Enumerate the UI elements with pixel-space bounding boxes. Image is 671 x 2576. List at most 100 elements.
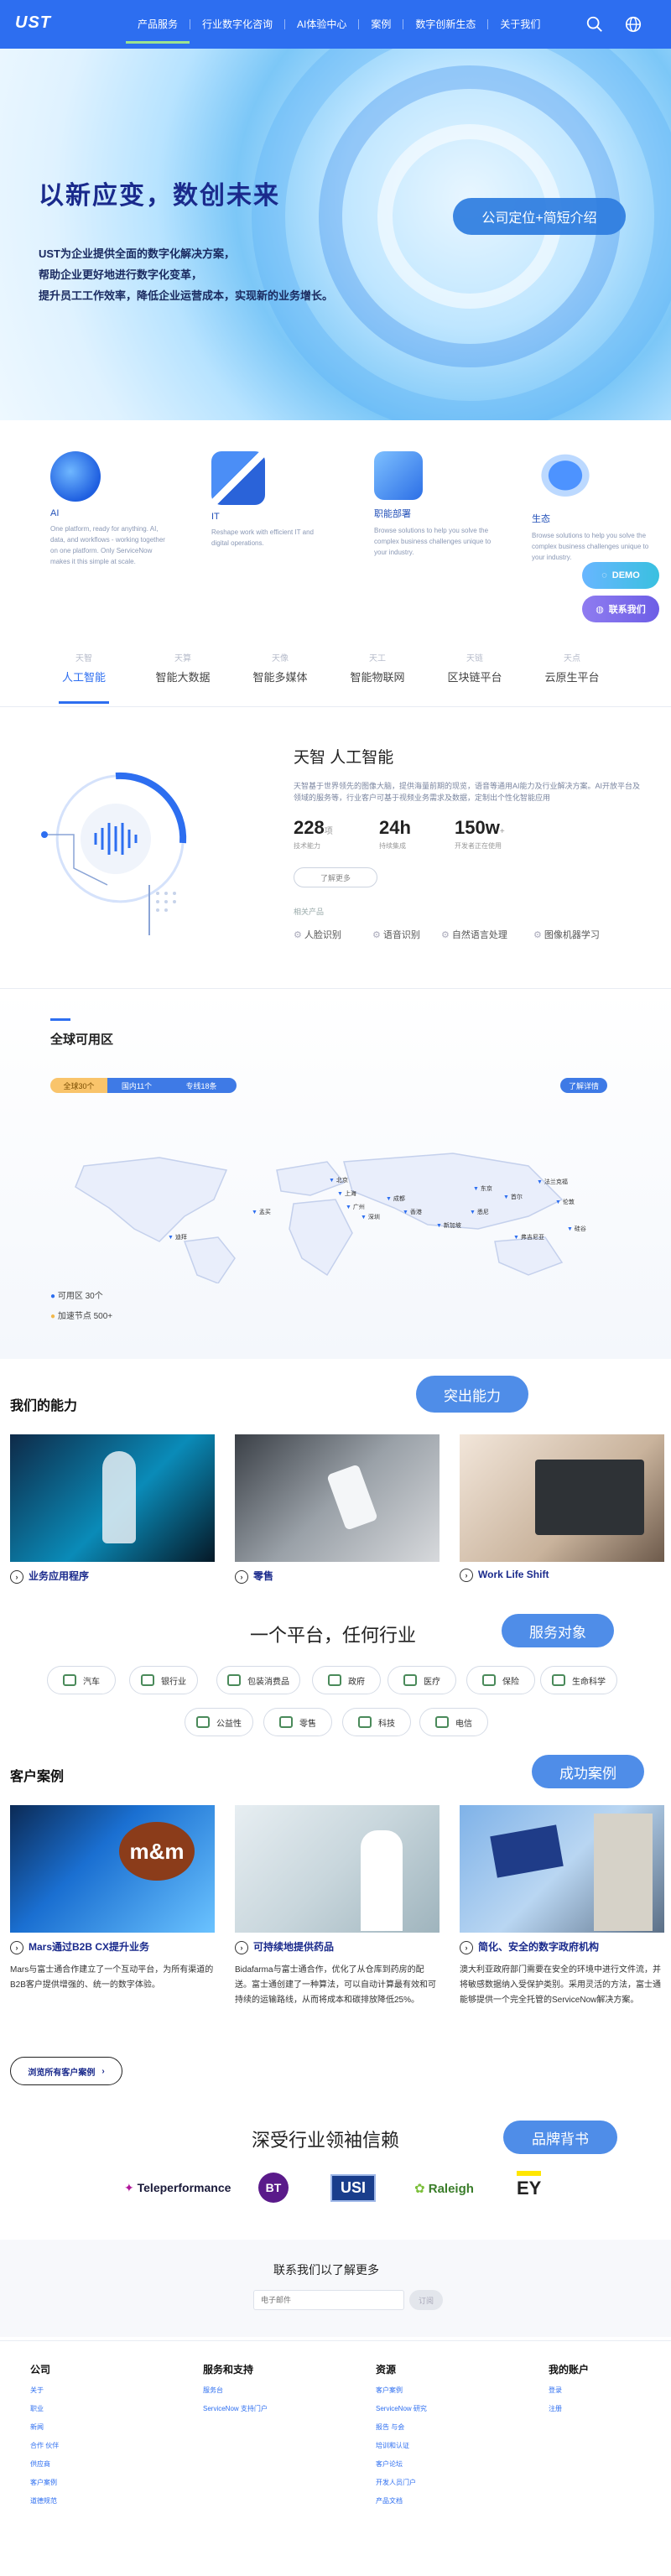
footer-link[interactable]: 道德规范 <box>30 2496 57 2506</box>
nav-about[interactable]: 关于我们 <box>487 19 552 29</box>
footer-link[interactable]: 关于 <box>30 2386 44 2395</box>
tab-blockchain[interactable]: 天链 区块链平台 <box>433 651 517 684</box>
ability-link[interactable]: › 业务应用程序 <box>10 1569 89 1584</box>
footer-link[interactable]: ServiceNow 研究 <box>376 2404 427 2413</box>
pill-domestic[interactable]: 国内11个 <box>107 1078 166 1093</box>
footer-link[interactable]: 注册 <box>549 2404 562 2413</box>
product-card-functions[interactable]: 职能部署 Browse solutions to help you solve … <box>374 451 517 558</box>
tab-iot[interactable]: 天工 智能物联网 <box>336 651 419 684</box>
legend-zones: ● 可用区 30个 <box>50 1288 103 1301</box>
footer-link[interactable]: 客户案例 <box>376 2386 403 2395</box>
ability-button[interactable]: 突出能力 <box>416 1376 528 1413</box>
product-card-ecosystem[interactable]: 生态 Browse solutions to help you solve th… <box>532 451 671 563</box>
industry-icon <box>552 1674 565 1686</box>
city-label: 广州 <box>352 1205 365 1210</box>
industry-chip[interactable]: 汽车 <box>47 1666 116 1694</box>
footer-link[interactable]: 服务台 <box>203 2386 223 2395</box>
pill-global[interactable]: 全球30个 <box>50 1078 107 1093</box>
footer-link[interactable]: 培训和认证 <box>376 2441 409 2450</box>
ability-link[interactable]: › Work Life Shift <box>460 1569 549 1582</box>
product-card-it[interactable]: IT Reshape work with efficient IT and di… <box>211 451 354 549</box>
case-link[interactable]: › 可持续地提供药品 <box>235 1939 334 1954</box>
trust-title: 深受行业领袖信赖 <box>252 2130 400 2151</box>
details-button[interactable]: 了解详情 <box>560 1078 607 1093</box>
industry-chip[interactable]: 包装消费品 <box>216 1666 300 1694</box>
globe-icon[interactable] <box>624 15 642 34</box>
industry-chip[interactable]: 保险 <box>466 1666 535 1694</box>
related-item-nlp[interactable]: ⚙ 自然语言处理 <box>441 928 507 941</box>
stat-number: 24h <box>379 817 411 838</box>
ability-card-image[interactable] <box>10 1434 215 1562</box>
industry-chip[interactable]: 电信 <box>419 1708 488 1736</box>
trust-button[interactable]: 品牌背书 <box>503 2121 617 2154</box>
product-desc: Browse solutions to help you solve the c… <box>532 532 649 561</box>
industry-icon <box>141 1674 154 1686</box>
industry-label: 生命科学 <box>572 1677 606 1687</box>
subscribe-button[interactable]: 订阅 <box>409 2290 443 2310</box>
related-item-ml[interactable]: ⚙ 图像机器学习 <box>533 928 600 941</box>
footer-link[interactable]: 新闻 <box>30 2422 44 2432</box>
footer-link[interactable]: 客户案例 <box>30 2478 57 2487</box>
nav-ecosystem[interactable]: 数字创新生态 <box>403 19 487 29</box>
nav-ai-center[interactable]: AI体验中心 <box>284 19 358 29</box>
case-image-pharma[interactable] <box>235 1805 440 1933</box>
browse-cases-button[interactable]: 浏览所有客户案例 › <box>10 2057 122 2085</box>
industry-chip[interactable]: 医疗 <box>388 1666 456 1694</box>
nav-consulting[interactable]: 行业数字化咨询 <box>190 19 284 29</box>
footer-link[interactable]: 职业 <box>30 2404 44 2413</box>
logo-bt: BT <box>258 2173 289 2203</box>
ai-section-title: 天智 人工智能 <box>294 749 394 767</box>
dot-icon: ● <box>50 1312 58 1321</box>
contact-us-button[interactable]: ◍ 联系我们 <box>582 596 659 622</box>
ability-link[interactable]: › 零售 <box>235 1569 273 1584</box>
industry-button[interactable]: 服务对象 <box>502 1614 614 1647</box>
industry-icon <box>279 1716 293 1728</box>
related-item-face[interactable]: ⚙ 人脸识别 <box>294 928 341 941</box>
industry-chip[interactable]: 政府 <box>312 1666 381 1694</box>
industry-chip[interactable]: 公益性 <box>185 1708 253 1736</box>
footer-link[interactable]: 登录 <box>549 2386 562 2395</box>
case-link[interactable]: › Mars通过B2B CX提升业务 <box>10 1939 149 1954</box>
case-image-government[interactable] <box>460 1805 664 1933</box>
email-input[interactable] <box>253 2290 404 2310</box>
learn-more-button[interactable]: 了解更多 <box>294 867 377 887</box>
footer-link[interactable]: ServiceNow 支持门户 <box>203 2404 268 2413</box>
footer-link[interactable]: 报告 与会 <box>376 2422 404 2432</box>
footer-link[interactable]: 产品文档 <box>376 2496 403 2506</box>
footer-link[interactable]: 客户论坛 <box>376 2459 403 2469</box>
product-card-ai[interactable]: AI One platform, ready for anything. AI,… <box>50 451 193 567</box>
top-navigation-bar: UST 产品服务 行业数字化咨询 AI体验中心 案例 数字创新生态 关于我们 <box>0 0 671 49</box>
pill-lines[interactable]: 专线18条 <box>166 1078 237 1093</box>
case-link[interactable]: › 简化、安全的数字政府机构 <box>460 1939 599 1954</box>
footer-link[interactable]: 供应商 <box>30 2459 50 2469</box>
ability-card-image[interactable] <box>460 1434 664 1562</box>
demo-button[interactable]: ◌ DEMO <box>582 562 659 589</box>
footer-heading: 我的账户 <box>549 2364 590 2376</box>
tab-ai[interactable]: 天智 人工智能 <box>42 651 126 684</box>
tab-multimedia[interactable]: 天像 智能多媒体 <box>238 651 322 684</box>
hero-cta-button[interactable]: 公司定位+简短介绍 <box>453 198 626 235</box>
related-item-speech[interactable]: ⚙ 语音识别 <box>372 928 420 941</box>
industry-chip[interactable]: 银行业 <box>129 1666 198 1694</box>
industry-chip[interactable]: 生命科学 <box>540 1666 617 1694</box>
ability-card-image[interactable] <box>235 1434 440 1562</box>
logo-raleigh: ✿ Raleigh <box>414 2182 474 2196</box>
nav-cases[interactable]: 案例 <box>358 19 403 29</box>
logo[interactable]: UST <box>15 13 51 33</box>
footer-link[interactable]: 合作 伙伴 <box>30 2441 59 2450</box>
tab-sub: 天工 <box>369 654 386 664</box>
tab-cloud-native[interactable]: 天点 云原生平台 <box>530 651 614 684</box>
nav-products[interactable]: 产品服务 <box>126 19 190 44</box>
case-image-mars[interactable]: m&m <box>10 1805 215 1933</box>
footer-link[interactable]: 开发人员门户 <box>376 2478 416 2487</box>
search-icon[interactable] <box>585 15 604 34</box>
city-label: 上海 <box>344 1191 356 1197</box>
tab-bigdata[interactable]: 天算 智能大数据 <box>141 651 225 684</box>
cases-button[interactable]: 成功案例 <box>532 1755 644 1788</box>
city-label: 硅谷 <box>574 1226 586 1232</box>
industry-chip[interactable]: 零售 <box>263 1708 332 1736</box>
related-label: 语音识别 <box>382 930 420 940</box>
city-label: 伦敦 <box>562 1200 575 1205</box>
industry-chip[interactable]: 科技 <box>342 1708 411 1736</box>
browse-label: 浏览所有客户案例 <box>28 2068 96 2078</box>
